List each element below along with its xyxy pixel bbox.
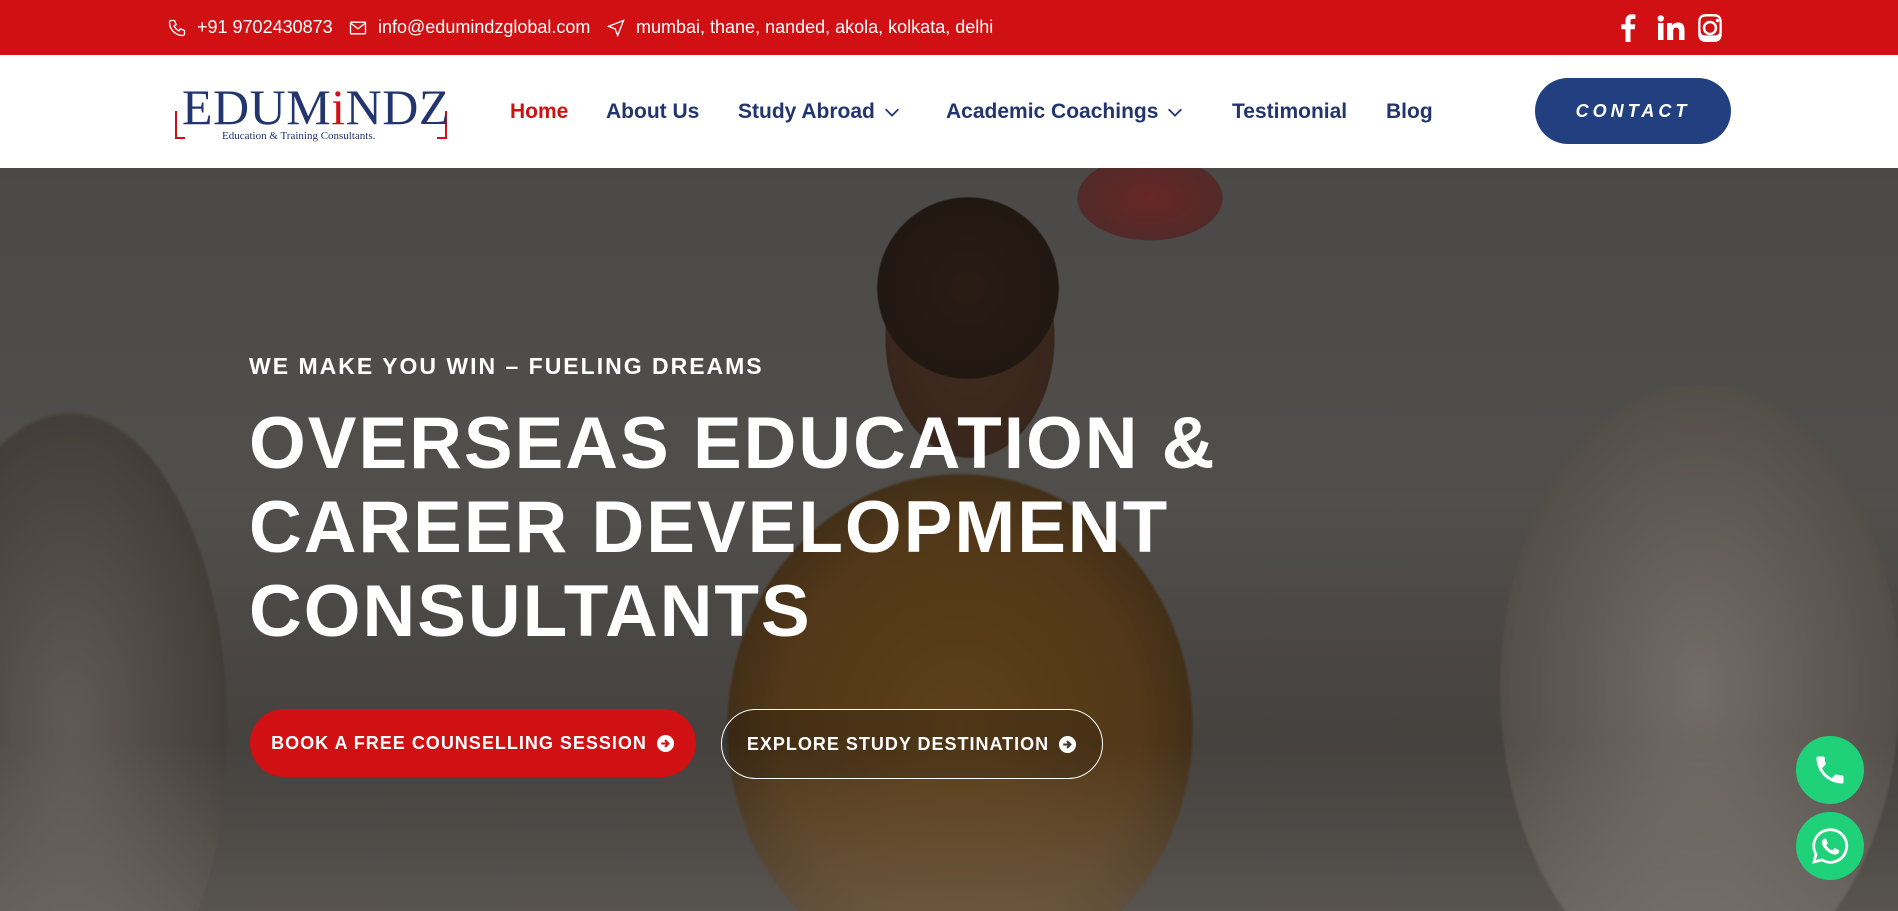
- email-link[interactable]: info@edumindzglobal.com: [348, 0, 590, 55]
- nav-testimonial[interactable]: Testimonial: [1232, 55, 1347, 168]
- nav-home[interactable]: Home: [510, 55, 568, 168]
- linkedin-link[interactable]: [1657, 0, 1687, 55]
- phone-icon: [168, 19, 186, 36]
- explore-destination-button[interactable]: EXPLORE STUDY DESTINATION: [721, 709, 1103, 779]
- facebook-icon: [1621, 13, 1636, 42]
- logo[interactable]: EDUMiNDZ Education & Training Consultant…: [172, 77, 450, 147]
- hero-headline-line: OVERSEAS EDUCATION &: [249, 403, 1217, 484]
- mail-icon: [349, 21, 367, 34]
- chevron-down-icon: [884, 108, 899, 117]
- facebook-link[interactable]: [1620, 0, 1636, 55]
- arrow-circle-right-icon: [656, 734, 674, 752]
- whatsapp-icon: [1812, 828, 1849, 864]
- book-counselling-label: BOOK A FREE COUNSELLING SESSION: [271, 732, 647, 753]
- contact-button[interactable]: CONTACT: [1535, 78, 1731, 144]
- locations: mumbai, thane, nanded, akola, kolkata, d…: [606, 0, 993, 55]
- phone-number: +91 9702430873: [197, 17, 333, 37]
- top-bar: +91 9702430873 info@edumindzglobal.com m…: [0, 0, 1898, 55]
- nav-study-abroad[interactable]: Study Abroad: [738, 55, 901, 168]
- nav-about-us[interactable]: About Us: [606, 55, 699, 168]
- book-counselling-button[interactable]: BOOK A FREE COUNSELLING SESSION: [250, 709, 696, 777]
- locations-text: mumbai, thane, nanded, akola, kolkata, d…: [636, 17, 994, 37]
- hero-headline-line: CAREER DEVELOPMENT: [249, 487, 1170, 568]
- phone-link[interactable]: +91 9702430873: [167, 0, 333, 55]
- linkedin-icon: [1657, 14, 1685, 40]
- explore-destination-label: EXPLORE STUDY DESTINATION: [746, 733, 1050, 754]
- instagram-link[interactable]: [1696, 0, 1724, 55]
- phone-icon: [1816, 756, 1844, 784]
- call-floating-button[interactable]: [1796, 736, 1864, 804]
- email-address: info@edumindzglobal.com: [378, 17, 591, 37]
- chevron-down-icon: [1168, 108, 1183, 117]
- nav-academic-coachings[interactable]: Academic Coachings: [946, 55, 1184, 168]
- whatsapp-floating-button[interactable]: [1796, 812, 1864, 880]
- logo-wordmark: EDUMiNDZ: [182, 79, 450, 135]
- hero-eyebrow: WE MAKE YOU WIN – FUELING DREAMS: [249, 353, 764, 379]
- logo-tagline: Education & Training Consultants.: [222, 130, 376, 142]
- instagram-icon: [1698, 13, 1722, 42]
- hero-headline-line: CONSULTANTS: [249, 571, 812, 652]
- hero-headline: OVERSEAS EDUCATION & CAREER DEVELOPMENT …: [249, 402, 1249, 654]
- nav-blog[interactable]: Blog: [1386, 55, 1433, 168]
- main-header: EDUMiNDZ Education & Training Consultant…: [0, 55, 1898, 168]
- arrow-circle-right-icon: [1059, 735, 1077, 753]
- location-arrow-icon: [606, 18, 625, 37]
